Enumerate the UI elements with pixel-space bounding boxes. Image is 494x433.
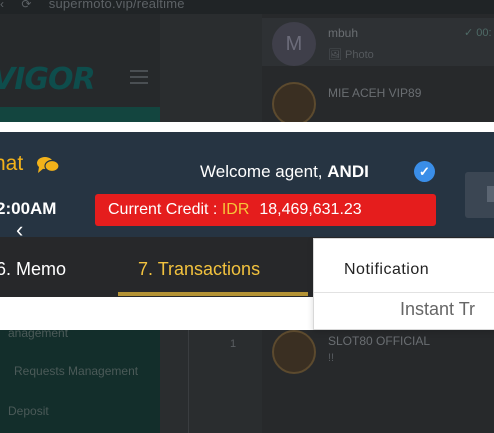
- welcome-text: Welcome agent, ANDI: [200, 162, 369, 181]
- avatar: [272, 82, 316, 126]
- tab-memo[interactable]: 6. Memo: [0, 259, 66, 280]
- agent-panel: hat 2:00AM Welcome agent, ANDI ✓ Current…: [0, 122, 494, 330]
- action-button[interactable]: [465, 172, 494, 218]
- reload-icon[interactable]: ⟳: [21, 0, 31, 11]
- table-cell: 1: [230, 338, 237, 350]
- chat-item[interactable]: MIE ACEH VIP89: [262, 78, 494, 126]
- avatar: [272, 330, 316, 374]
- tab-transactions[interactable]: 7. Transactions: [138, 259, 260, 280]
- sidebar-banner: [0, 107, 160, 122]
- clock-time: 2:00AM: [0, 199, 57, 218]
- agent-header: hat 2:00AM Welcome agent, ANDI ✓ Current…: [0, 132, 494, 237]
- credit-label: Current Credit :: [108, 201, 222, 218]
- notification-item[interactable]: Instant Tr: [400, 299, 475, 320]
- chevron-left-icon[interactable]: ‹: [16, 217, 23, 243]
- chat-item[interactable]: SLOT80 OFFICIAL !!: [262, 326, 494, 374]
- verified-icon: ✓: [414, 161, 435, 182]
- divider: [314, 292, 494, 293]
- credit-amount: 18,469,631.23: [259, 201, 362, 218]
- chat-preview: !!: [328, 352, 335, 364]
- chat-preview: 🖼 Photo: [328, 49, 374, 61]
- currency-code: IDR: [221, 201, 250, 218]
- url-text[interactable]: supermoto.vip/realtime: [49, 0, 185, 11]
- menu-icon[interactable]: [130, 70, 148, 84]
- notification-title[interactable]: Notification: [344, 261, 429, 279]
- avatar: M: [272, 22, 316, 66]
- chat-name: SLOT80 OFFICIAL: [328, 334, 431, 348]
- screen: ‹ ⟳ supermoto.vip/realtime VIGOR anageme…: [0, 0, 494, 433]
- credit-badge: Current Credit : IDR 18,469,631.23: [95, 194, 436, 226]
- chat-name: MIE ACEH VIP89: [328, 86, 422, 100]
- notification-dropdown: Notification Instant Tr: [313, 238, 494, 330]
- chat-item[interactable]: M mbuh 🖼 Photo ✓ 00:: [262, 18, 494, 66]
- browser-url-area: ‹ ⟳ supermoto.vip/realtime: [0, 0, 199, 11]
- chat-label[interactable]: hat: [0, 152, 23, 176]
- active-tab-indicator: [118, 292, 308, 296]
- chat-status: ✓ 00:: [464, 27, 492, 39]
- agent-name: ANDI: [327, 162, 369, 181]
- nav-back-icon[interactable]: ‹: [0, 0, 4, 11]
- data-table: [188, 330, 262, 433]
- sidebar: anagement Requests Management Deposit: [0, 326, 160, 433]
- brand-logo: VIGOR: [0, 62, 96, 97]
- browser-bar: ‹ ⟳ supermoto.vip/realtime: [0, 0, 494, 14]
- sidebar-item-requests-management[interactable]: Requests Management: [14, 364, 138, 378]
- chat-bubble-icon[interactable]: [36, 156, 60, 174]
- sidebar-item-deposit[interactable]: Deposit: [8, 404, 49, 418]
- chat-name: mbuh: [328, 26, 359, 40]
